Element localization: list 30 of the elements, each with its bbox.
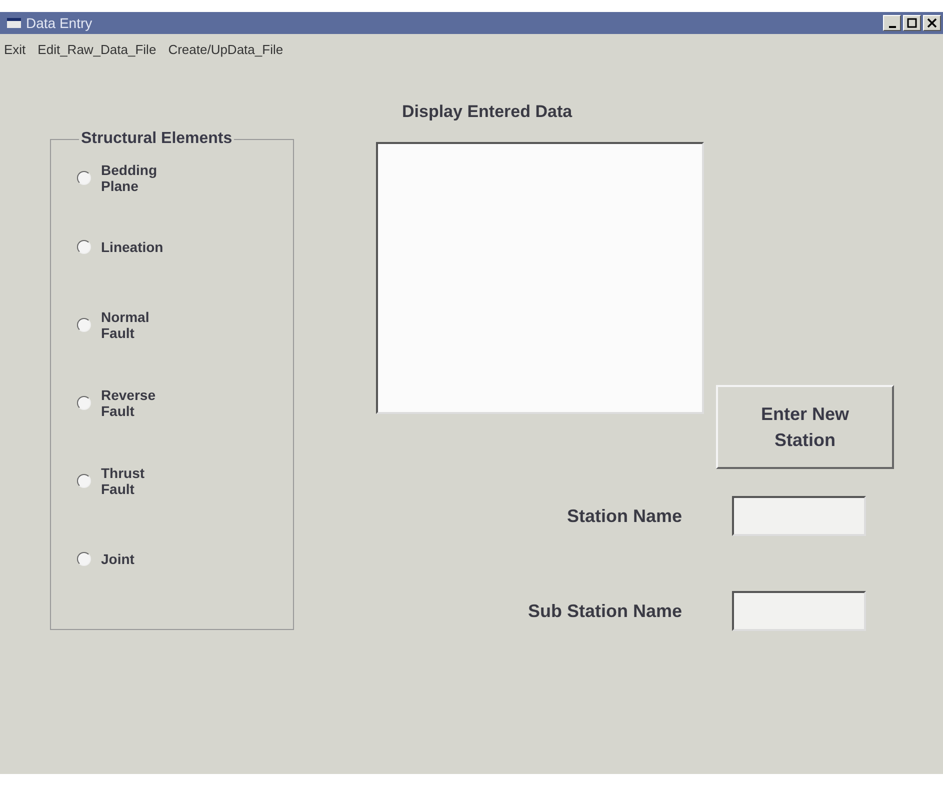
radio-label: Thrust Fault [101,465,146,497]
text-field[interactable] [732,496,866,536]
window-title: Data Entry [26,15,92,31]
radio-label: Joint [101,551,136,567]
minimize-icon [888,26,896,28]
radio-button[interactable] [77,240,91,254]
radio-button[interactable] [77,318,91,332]
maximize-button[interactable] [903,15,921,31]
maximize-icon [907,18,917,28]
radio-label: Normal Fault [101,309,150,341]
radio-button[interactable] [77,552,91,566]
minimize-button[interactable] [883,15,901,31]
menu-item[interactable]: Create/UpData_File [168,42,284,56]
form-icon [6,16,22,30]
radio-label: Lineation [101,239,164,255]
field-label: Station Name [566,506,682,526]
group-title: Structural Elements [80,130,234,148]
close-button[interactable] [923,15,941,31]
menu-item[interactable]: Edit_Raw_Data_File [38,42,156,56]
menu-item[interactable]: Exit [4,42,26,56]
radio-label: Reverse Fault [101,387,156,419]
display-title: Display Entered Data [402,102,574,123]
field-label: Sub Station Name [528,600,682,622]
radio-button[interactable] [77,171,91,185]
radio-label: Bedding Plane [101,162,158,194]
close-icon [927,18,937,28]
radio-button[interactable] [77,474,91,488]
radio-button[interactable] [77,396,91,410]
text-field[interactable] [732,591,866,631]
enter-new-station-button[interactable]: Enter New Station [716,385,894,469]
